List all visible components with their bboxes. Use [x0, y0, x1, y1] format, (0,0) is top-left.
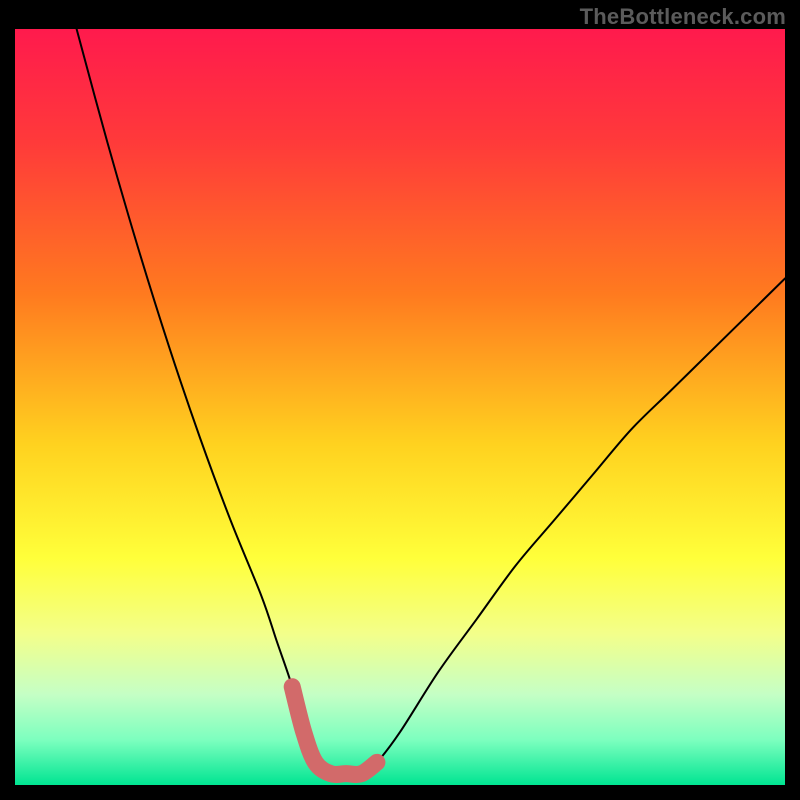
watermark-text: TheBottleneck.com	[580, 4, 786, 30]
plot-svg	[15, 29, 785, 785]
gradient-background	[15, 29, 785, 785]
chart-frame: TheBottleneck.com	[0, 0, 800, 800]
plot-area	[15, 29, 785, 785]
